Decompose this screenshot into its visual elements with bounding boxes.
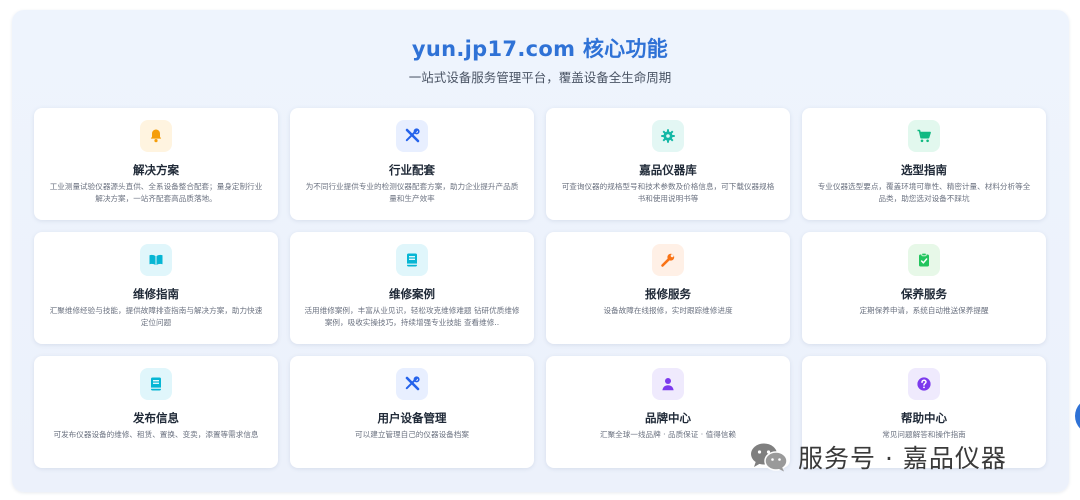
- card-repair-request[interactable]: 报修服务 设备故障在线报修，实时跟踪维修进度: [546, 232, 790, 344]
- card-description: 活用维修案例，丰富从业见识，轻松攻克维修难题 钻研优质维修案例，吸收实操技巧，持…: [304, 306, 520, 327]
- card-maintenance-service[interactable]: 保养服务 定期保养申请，系统自动推送保养提醒: [802, 232, 1046, 344]
- gear-icon: [652, 120, 684, 152]
- card-title: 解决方案: [133, 163, 179, 177]
- feature-grid: 解决方案 工业测量试验仪器源头直供、全系设备整合配套；量身定制行业解决方案，一站…: [34, 108, 1046, 468]
- card-publish-info[interactable]: 发布信息 可发布仪器设备的维修、租赁、置换、变卖，添置等需求信息: [34, 356, 278, 468]
- card-industry-kit[interactable]: 行业配套 为不同行业提供专业的检测仪器配套方案，助力企业提升产品质量和生产效率: [290, 108, 534, 220]
- card-title: 报修服务: [645, 287, 691, 301]
- card-title: 用户设备管理: [377, 411, 447, 425]
- card-solutions[interactable]: 解决方案 工业测量试验仪器源头直供、全系设备整合配套；量身定制行业解决方案，一站…: [34, 108, 278, 220]
- bell-icon: [140, 120, 172, 152]
- card-user-equipment[interactable]: 用户设备管理 可以建立管理自己的仪器设备档案: [290, 356, 534, 468]
- open-book-icon: [140, 244, 172, 276]
- card-title: 品牌中心: [645, 411, 691, 425]
- card-description: 为不同行业提供专业的检测仪器配套方案，助力企业提升产品质量和生产效率: [305, 182, 519, 203]
- card-title: 帮助中心: [901, 411, 947, 425]
- card-title: 保养服务: [901, 287, 947, 301]
- cart-icon: [908, 120, 940, 152]
- book-icon: [140, 368, 172, 400]
- card-title: 嘉品仪器库: [639, 163, 697, 177]
- user-icon: [652, 368, 684, 400]
- card-description: 定期保养申请，系统自动推送保养提醒: [859, 306, 989, 315]
- card-description: 可发布仪器设备的维修、租赁、置换、变卖，添置等需求信息: [53, 430, 259, 439]
- card-title: 发布信息: [133, 411, 179, 425]
- clipboard-check-icon: [908, 244, 940, 276]
- page-title: yun.jp17.com 核心功能: [411, 37, 669, 61]
- card-title: 维修指南: [133, 287, 179, 301]
- page-subtitle: 一站式设备服务管理平台，覆盖设备全生命周期: [408, 70, 672, 85]
- question-icon: [908, 368, 940, 400]
- card-description: 可以建立管理自己的仪器设备档案: [355, 430, 469, 439]
- wechat-icon: [751, 443, 788, 472]
- card-repair-guide[interactable]: 维修指南 汇聚维修经验与技能，提供故障排查指南与解决方案，助力快速定位问题: [34, 232, 278, 344]
- card-repair-cases[interactable]: 维修案例 活用维修案例，丰富从业见识，轻松攻克维修难题 钻研优质维修案例，吸收实…: [290, 232, 534, 344]
- tools-icon: [396, 120, 428, 152]
- card-title: 行业配套: [389, 163, 435, 177]
- card-description: 设备故障在线报修，实时跟踪维修进度: [603, 306, 733, 315]
- book-icon: [396, 244, 428, 276]
- card-description: 汇聚维修经验与技能，提供故障排查指南与解决方案，助力快速定位问题: [49, 306, 263, 327]
- card-title: 选型指南: [901, 163, 947, 177]
- card-description: 工业测量试验仪器源头直供、全系设备整合配套；量身定制行业解决方案，一站齐配套高品…: [49, 182, 263, 203]
- card-instrument-library[interactable]: 嘉品仪器库 可查询仪器的规格型号和技术参数及价格信息，可下载仪器规格书和使用说明…: [546, 108, 790, 220]
- card-selection-guide[interactable]: 选型指南 专业仪器选型要点，覆盖环境可靠性、精密计量、材料分析等全品类，助您选对…: [802, 108, 1046, 220]
- watermark-text: 服务号 · 嘉品仪器: [798, 444, 1007, 473]
- card-description: 汇聚全球一线品牌 · 品质保证 · 值得信赖: [600, 430, 736, 439]
- watermark: 服务号 · 嘉品仪器: [750, 440, 1007, 474]
- tools-icon: [396, 368, 428, 400]
- card-description: 可查询仪器的规格型号和技术参数及价格信息，可下载仪器规格书和使用说明书等: [561, 182, 775, 203]
- card-title: 维修案例: [389, 287, 435, 301]
- wrench-icon: [652, 244, 684, 276]
- floating-action-button[interactable]: [1075, 398, 1080, 434]
- card-description: 专业仪器选型要点，覆盖环境可靠性、精密计量、材料分析等全品类，助您选对设备不踩坑: [817, 182, 1031, 203]
